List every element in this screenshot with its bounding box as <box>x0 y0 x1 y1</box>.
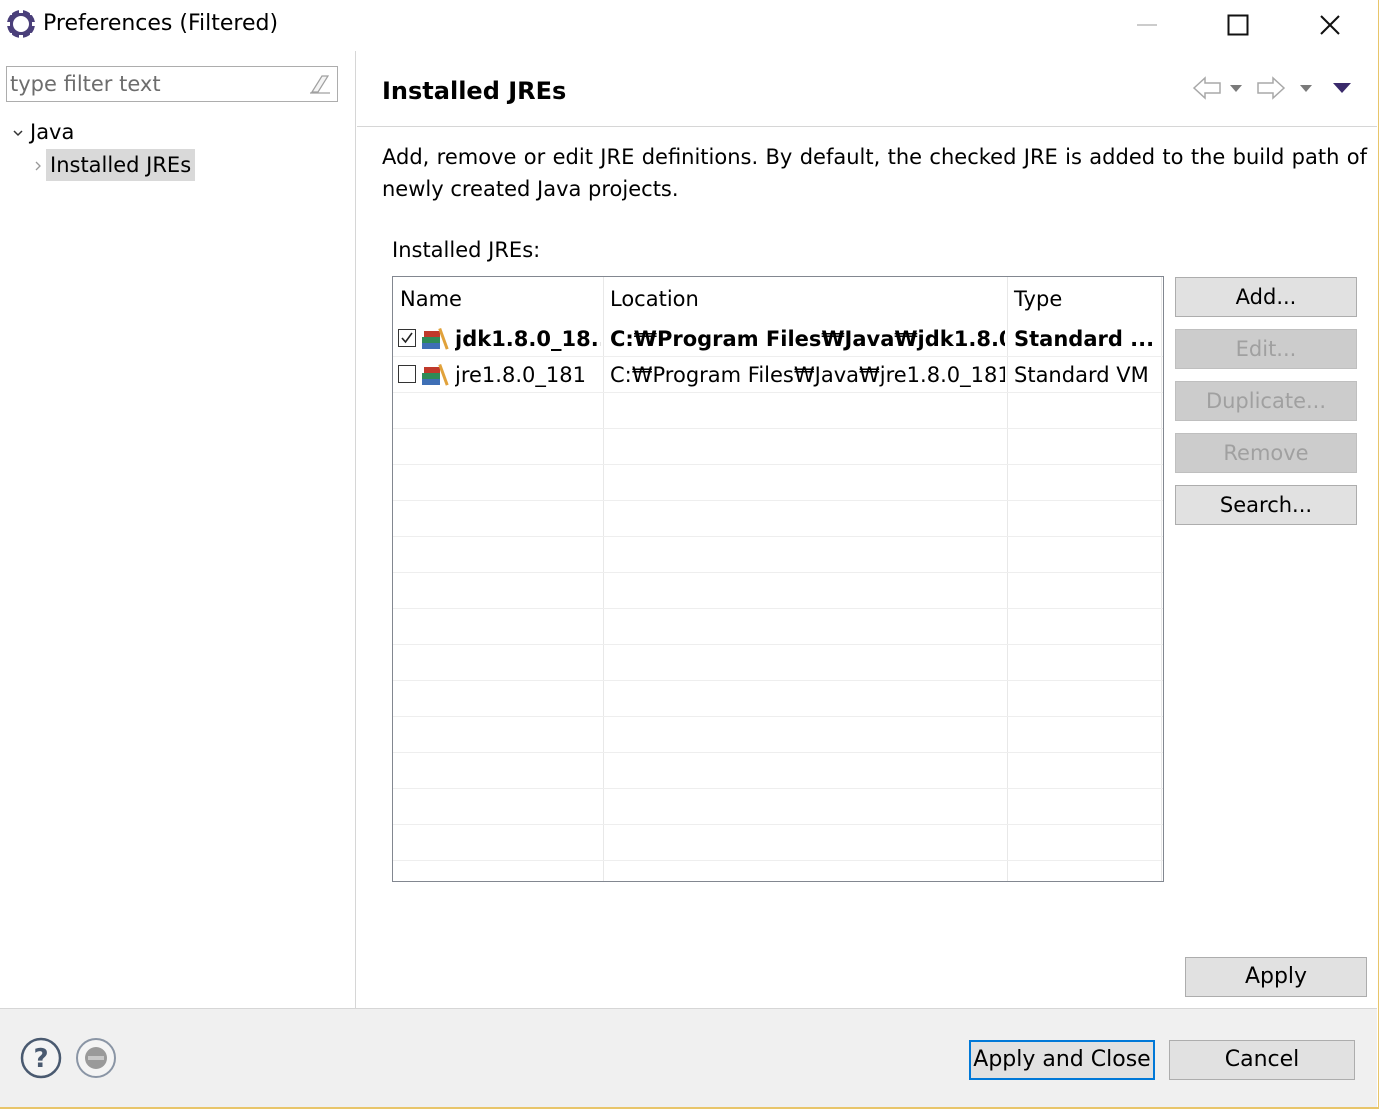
apply-and-close-button[interactable]: Apply and Close <box>969 1040 1155 1080</box>
maximize-icon <box>1227 14 1249 36</box>
chevron-right-icon <box>32 153 46 177</box>
jre-library-icon <box>421 326 451 352</box>
empty-row <box>393 429 1163 465</box>
search-button[interactable]: Search... <box>1175 485 1357 525</box>
empty-row <box>393 681 1163 717</box>
cell-name: jre1.8.0_181 <box>455 363 586 387</box>
eclipse-app-icon <box>5 8 37 40</box>
table-row[interactable]: jre1.8.0_181 C:₩Program Files₩Java₩jre1.… <box>393 357 1163 393</box>
title-bar: Preferences (Filtered) <box>0 0 1377 50</box>
cell-type: Standard VM <box>1014 363 1149 387</box>
tree-item-label: Installed JREs <box>46 149 196 181</box>
apply-button[interactable]: Apply <box>1185 957 1367 997</box>
cell-location: C:₩Program Files₩Java₩jdk1.8.0... <box>610 327 1005 351</box>
empty-row <box>393 825 1163 861</box>
empty-row <box>393 717 1163 753</box>
window-title: Preferences (Filtered) <box>43 11 279 36</box>
close-icon <box>1320 15 1340 35</box>
tree-item-label: Java <box>30 120 75 144</box>
preference-page: Installed JREs Add, remove or edit JRE d… <box>357 51 1377 1008</box>
checkbox-unchecked[interactable] <box>398 365 416 383</box>
close-button[interactable] <box>1284 0 1376 50</box>
page-navigation <box>1189 73 1367 103</box>
checkbox-checked[interactable] <box>398 329 416 347</box>
column-header-location[interactable]: Location <box>603 277 1007 321</box>
add-button[interactable]: Add... <box>1175 277 1357 317</box>
empty-row <box>393 573 1163 609</box>
empty-row <box>393 465 1163 501</box>
filter-field[interactable] <box>6 66 338 102</box>
cell-location: C:₩Program Files₩Java₩jre1.8.0_181 <box>610 363 1005 387</box>
empty-row <box>393 393 1163 429</box>
cell-name: jdk1.8.0_18... <box>455 327 601 351</box>
check-icon <box>401 332 413 344</box>
empty-row <box>393 645 1163 681</box>
table-group-label: Installed JREs: <box>392 238 541 262</box>
maximize-button[interactable] <box>1192 0 1284 50</box>
empty-row <box>393 753 1163 789</box>
preferences-sidebar: Java Installed JREs <box>0 51 356 1008</box>
forward-arrow-icon[interactable] <box>1247 73 1295 103</box>
view-menu-icon[interactable] <box>1317 73 1367 103</box>
empty-row <box>393 789 1163 825</box>
remove-button[interactable]: Remove <box>1175 433 1357 473</box>
edit-button[interactable]: Edit... <box>1175 329 1357 369</box>
empty-row <box>393 537 1163 573</box>
table-row[interactable]: jdk1.8.0_18... C:₩Program Files₩Java₩jdk… <box>393 321 1163 357</box>
cell-type: Standard ... <box>1014 327 1155 351</box>
column-header-type[interactable]: Type <box>1007 277 1163 321</box>
cancel-button[interactable]: Cancel <box>1169 1040 1355 1080</box>
page-description: Add, remove or edit JRE definitions. By … <box>382 145 1367 201</box>
minimize-icon <box>1137 24 1157 26</box>
empty-row <box>393 501 1163 537</box>
svg-text:?: ? <box>33 1044 48 1074</box>
jre-library-icon <box>421 362 451 388</box>
back-arrow-icon[interactable] <box>1189 73 1225 103</box>
preferences-window: Preferences (Filtered) Java <box>0 0 1379 1109</box>
column-header-name[interactable]: Name <box>393 277 603 321</box>
back-dropdown-icon[interactable] <box>1225 73 1247 103</box>
dialog-footer: ? Apply and Close Cancel <box>0 1008 1377 1107</box>
page-header: Installed JREs <box>357 51 1377 127</box>
duplicate-button[interactable]: Duplicate... <box>1175 381 1357 421</box>
clear-filter-icon[interactable] <box>308 72 332 96</box>
page-title: Installed JREs <box>382 77 567 105</box>
empty-row <box>393 609 1163 645</box>
filter-input[interactable] <box>7 67 297 101</box>
chevron-down-icon[interactable] <box>12 120 28 144</box>
tree-item-installed-jres[interactable]: Installed JREs <box>32 148 196 182</box>
forward-dropdown-icon[interactable] <box>1295 73 1317 103</box>
tree-item-java[interactable]: Java <box>12 117 74 147</box>
installed-jres-table[interactable]: Name Location Type jdk1.8.0_18... C:₩Pro… <box>392 276 1164 882</box>
help-icon[interactable]: ? <box>20 1037 62 1079</box>
minimize-button[interactable] <box>1101 0 1193 50</box>
record-macro-icon[interactable] <box>75 1037 117 1079</box>
